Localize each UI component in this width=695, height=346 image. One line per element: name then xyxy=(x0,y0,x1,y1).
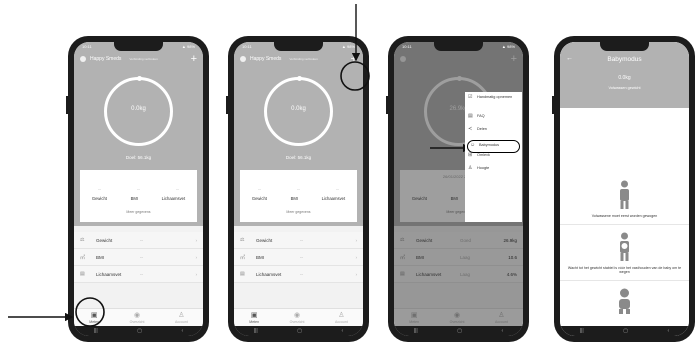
baby-icon: ☺ xyxy=(470,142,476,148)
menu-item-manual[interactable]: ☑ Handmatig opnemen xyxy=(465,95,522,114)
menu-item-faq[interactable]: ▤ FAQ xyxy=(465,114,522,127)
menu-item-share[interactable]: ≺ Delen xyxy=(465,127,522,140)
dropdown-menu: ☑ Handmatig opnemen ▤ FAQ ≺ Delen ☺ Babymodu… xyxy=(465,92,522,222)
menu-item-omlevk[interactable]: ⊞ Omlevk xyxy=(465,153,522,166)
height-icon: ♙ xyxy=(468,165,473,171)
status-battery: ▲ 98% xyxy=(341,44,355,49)
status-time: 10:11 xyxy=(82,44,92,49)
status-battery: ▲ 98% xyxy=(181,44,195,49)
menu-item-label: FAQ xyxy=(477,114,485,118)
status-time: 10:11 xyxy=(242,44,252,49)
menu-item-label: Hoogte xyxy=(477,166,490,170)
menu-item-babymodus[interactable]: ☺ Babymodus xyxy=(467,140,520,153)
menu-item-label: Handmatig opnemen xyxy=(477,95,513,99)
notch xyxy=(274,42,323,51)
menu-item-label: Babymodus xyxy=(479,143,500,147)
highlight-circle-meten xyxy=(75,297,105,327)
edit-icon: ☑ xyxy=(468,94,473,100)
highlight-circle-plus xyxy=(340,61,370,91)
menu-item-label: Omlevk xyxy=(477,153,490,157)
share-icon: ≺ xyxy=(468,126,473,132)
notch xyxy=(600,42,649,51)
stage: 10:11 ▲ 98% Happy Smeds Verbinding verbr… xyxy=(0,0,695,346)
faq-icon: ▤ xyxy=(468,113,473,119)
status-time: 10:11 xyxy=(402,44,412,49)
notch xyxy=(114,42,163,51)
menu-item-height[interactable]: ♙ Hoogte xyxy=(465,166,522,179)
menu-item-label: Delen xyxy=(477,127,487,131)
grid-icon: ⊞ xyxy=(468,152,473,158)
notch xyxy=(434,42,483,51)
status-battery: ▲ 98% xyxy=(501,44,515,49)
